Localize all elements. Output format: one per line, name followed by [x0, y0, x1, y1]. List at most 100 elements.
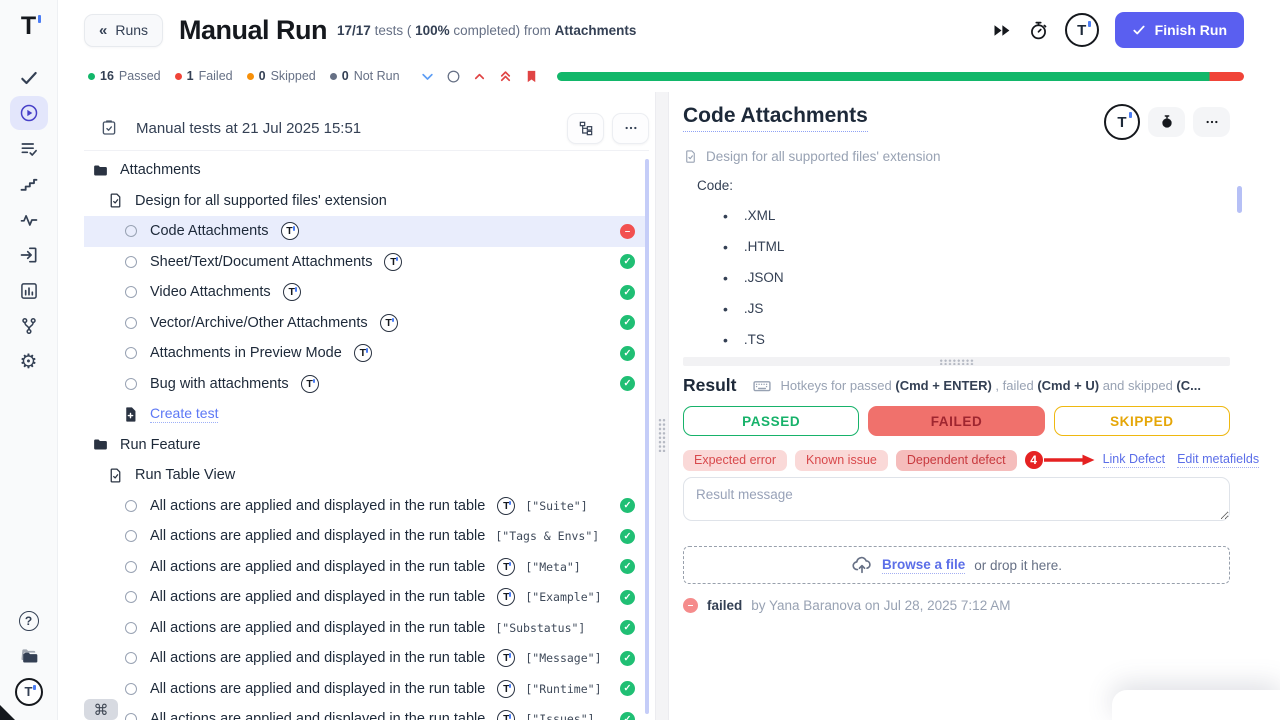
tree-row[interactable]: Run Table View [84, 460, 649, 491]
tree-row[interactable]: Bug with attachmentsT✓ [84, 369, 649, 400]
text-segment: completed) from [450, 23, 555, 38]
run-meta: 17/17 tests ( 100% completed) from Attac… [337, 23, 636, 38]
tree-row[interactable]: Attachments in Preview ModeT✓ [84, 338, 649, 369]
rail-import-icon[interactable] [10, 238, 48, 272]
status-count-skipped[interactable]: 0Skipped [247, 69, 316, 83]
radio-icon [125, 652, 137, 664]
suite-breadcrumb[interactable]: Design for all supported files' extensio… [683, 149, 1230, 164]
tree-row[interactable]: All actions are applied and displayed in… [84, 521, 649, 552]
detail-more-button[interactable] [1193, 107, 1230, 137]
rail-chart-icon[interactable] [10, 274, 48, 308]
tree-view-button[interactable] [567, 113, 604, 144]
radio-icon [125, 378, 137, 390]
rail-play-icon[interactable] [10, 96, 48, 130]
tree-row-label: All actions are applied and displayed in… [150, 650, 485, 666]
chat-widget[interactable] [1112, 690, 1280, 720]
annotation-number-badge: 4 [1025, 451, 1043, 469]
tree-row[interactable]: All actions are applied and displayed in… [84, 491, 649, 522]
status-dot [88, 73, 95, 80]
app-logo-icon[interactable]: T [21, 14, 36, 39]
tree-row[interactable]: All actions are applied and displayed in… [84, 613, 649, 644]
corner-tooltip-fragment [0, 705, 15, 720]
result-message-input[interactable] [683, 477, 1230, 521]
text-segment: Attachments [555, 23, 637, 38]
rail-pulse-icon[interactable] [10, 203, 48, 237]
defect-pill[interactable]: Dependent defect [896, 450, 1017, 471]
status-count-not-run[interactable]: 0Not Run [330, 69, 400, 83]
tree-row[interactable]: Attachments [84, 155, 649, 186]
tree-row[interactable]: All actions are applied and displayed in… [84, 582, 649, 613]
tree-row[interactable]: Design for all supported files' extensio… [84, 186, 649, 217]
detail-header: Code Attachments T [683, 104, 1230, 140]
timer-button[interactable] [1148, 107, 1185, 137]
finish-run-button[interactable]: Finish Run [1115, 12, 1244, 48]
tree-row[interactable]: Code AttachmentsT– [84, 216, 649, 247]
file-plus-icon [122, 406, 139, 423]
defect-pill[interactable]: Expected error [683, 450, 787, 471]
tree-scrollbar[interactable] [645, 159, 649, 714]
rail-help-icon[interactable]: ? [10, 604, 48, 638]
chevron-up-icon[interactable] [472, 69, 487, 84]
double-chevron-up-icon[interactable] [498, 69, 513, 84]
result-buttons: PASSED FAILED SKIPPED [683, 406, 1230, 436]
result-links: Link Defect Edit metafields [1103, 452, 1260, 468]
tree-row[interactable]: Sheet/Text/Document AttachmentsT✓ [84, 247, 649, 278]
run-progress-bar [557, 72, 1244, 81]
tree-row[interactable]: All actions are applied and displayed in… [84, 674, 649, 705]
defect-pill[interactable]: Known issue [795, 450, 888, 471]
ellipsis-icon [1204, 114, 1220, 130]
testomat-badge-icon: T [497, 710, 515, 720]
testomat-badge-icon: T [497, 558, 515, 576]
tree-row[interactable]: All actions are applied and displayed in… [84, 552, 649, 583]
passed-button[interactable]: PASSED [683, 406, 859, 436]
description-scrollbar[interactable] [1237, 186, 1242, 213]
testomat-badge-icon: T [384, 253, 402, 271]
tree-row-label: Attachments in Preview Mode [150, 345, 342, 361]
main-column: « Runs Manual Run 17/17 tests ( 100% com… [58, 0, 1280, 720]
tree-row[interactable]: Run Feature [84, 430, 649, 461]
passed-status-icon: ✓ [620, 559, 635, 574]
test-title[interactable]: Code Attachments [683, 104, 868, 132]
skipped-button[interactable]: SKIPPED [1054, 406, 1230, 436]
text-segment: , failed [992, 378, 1038, 393]
tree-more-button[interactable] [612, 113, 649, 144]
browse-file-link[interactable]: Browse a file [882, 557, 965, 574]
link-defect-link[interactable]: Link Defect [1103, 452, 1166, 468]
file-check-icon [107, 467, 124, 484]
back-chevrons-icon: « [99, 22, 106, 39]
chevron-down-icon[interactable] [420, 69, 435, 84]
result-resize-handle[interactable] [683, 357, 1230, 366]
tree-row[interactable]: Video AttachmentsT✓ [84, 277, 649, 308]
rail-logo-icon[interactable]: T [10, 675, 48, 709]
radio-icon [125, 256, 137, 268]
tree-row[interactable]: Create test [84, 399, 649, 430]
failed-button[interactable]: FAILED [868, 406, 1044, 436]
timer-icon[interactable] [1028, 20, 1049, 41]
tree-row[interactable]: All actions are applied and displayed in… [84, 643, 649, 674]
tree-row-label: Create test [150, 405, 218, 423]
rail-steps-icon[interactable] [10, 167, 48, 201]
rail-gear-icon[interactable]: ⚙ [10, 345, 48, 379]
circle-icon[interactable] [446, 69, 461, 84]
extension-list: .XML.HTML.JSON.JS.TS [723, 200, 1230, 355]
rail-list-check-icon[interactable] [10, 132, 48, 166]
assignee-avatar[interactable]: T [1104, 104, 1140, 140]
file-dropzone[interactable]: Browse a file or drop it here. [683, 546, 1230, 584]
tree-row[interactable]: Vector/Archive/Other AttachmentsT✓ [84, 308, 649, 339]
rail-folders-icon[interactable] [10, 639, 48, 673]
file-check-icon [683, 149, 698, 164]
status-counts: 16Passed 1Failed 0Skipped 0Not Run [88, 69, 400, 83]
edit-metafields-link[interactable]: Edit metafields [1177, 452, 1259, 468]
extension-item: .JS [723, 293, 1230, 324]
status-count-failed[interactable]: 1Failed [175, 69, 233, 83]
status-count-passed[interactable]: 16Passed [88, 69, 161, 83]
fast-forward-icon[interactable] [991, 20, 1012, 41]
panel-resize-handle[interactable] [655, 92, 669, 720]
tree-row[interactable]: All actions are applied and displayed in… [84, 704, 649, 720]
tree-row-label: Code Attachments [150, 223, 269, 239]
rail-branch-icon[interactable] [10, 309, 48, 343]
rail-check-icon[interactable] [10, 61, 48, 95]
back-to-runs-button[interactable]: « Runs [84, 14, 163, 47]
bookmark-icon[interactable] [524, 69, 539, 84]
user-avatar[interactable]: T [1065, 13, 1099, 47]
